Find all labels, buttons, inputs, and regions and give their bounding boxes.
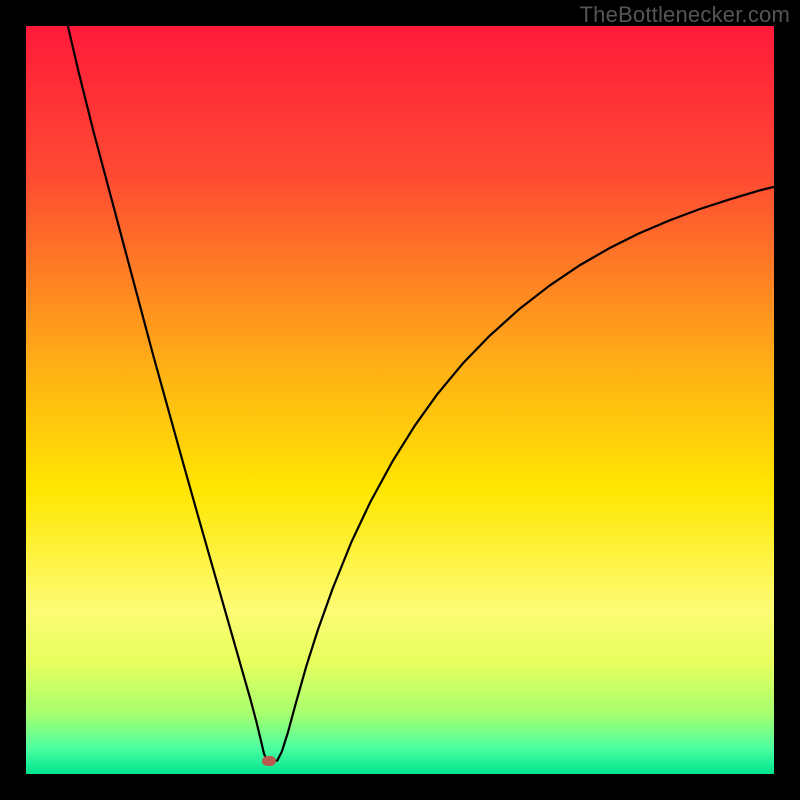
curve-layer	[26, 26, 774, 774]
minimum-marker	[262, 756, 276, 766]
plot-area	[26, 26, 774, 774]
chart-frame: TheBottlenecker.com	[0, 0, 800, 800]
bottleneck-curve	[68, 26, 774, 761]
watermark: TheBottlenecker.com	[580, 2, 790, 28]
